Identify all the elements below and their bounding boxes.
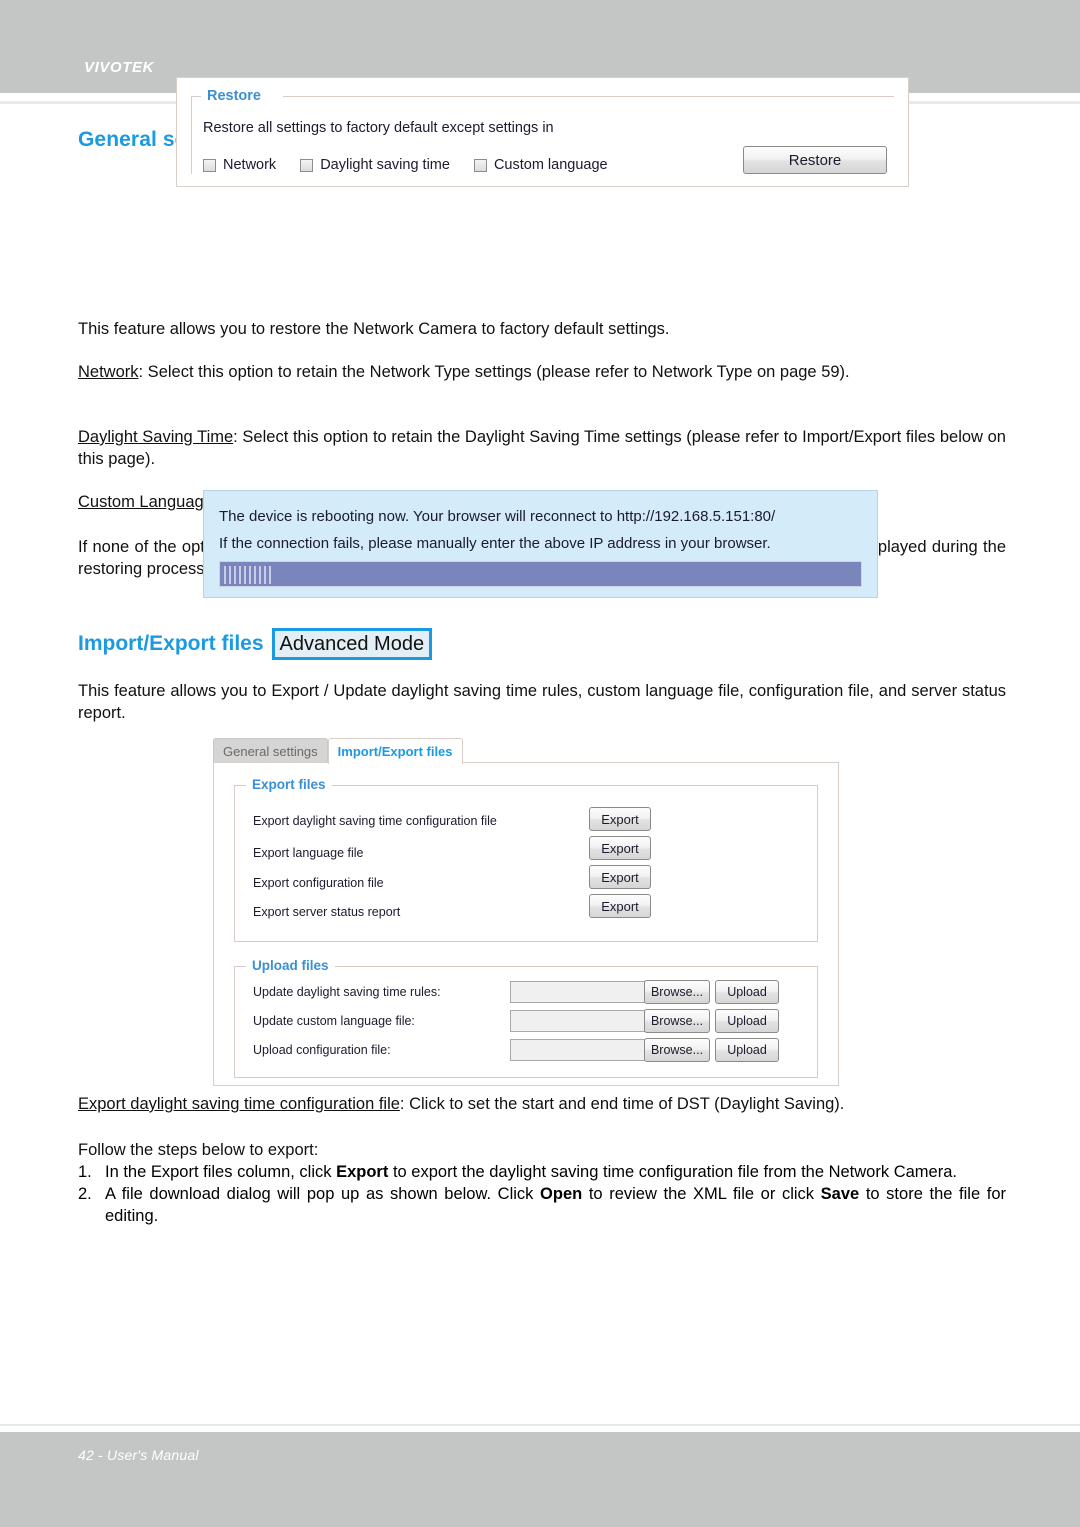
step-2-text-b: to review the XML file or click [582, 1185, 821, 1203]
follow-steps-label: Follow the steps below to export: [78, 1141, 319, 1159]
tab-general-settings[interactable]: General settings [213, 738, 328, 763]
checkbox-box-network[interactable] [203, 158, 216, 172]
paragraph-network: Network: Select this option to retain th… [78, 361, 1006, 383]
fieldset-top-right-border [283, 96, 894, 97]
step-1-number: 1. [78, 1163, 92, 1181]
export-button-language[interactable]: Export [589, 836, 651, 860]
advanced-mode-badge: Advanced Mode [271, 628, 433, 660]
tab-import-export-files[interactable]: Import/Export files [327, 738, 463, 764]
checkbox-label-daylight-saving-time: Daylight saving time [320, 157, 450, 173]
export-button-configuration[interactable]: Export [589, 865, 651, 889]
term-network: Network [78, 363, 139, 381]
export-files-group: Export files Export daylight saving time… [234, 777, 818, 942]
footer-divider [0, 1424, 1080, 1426]
step-2-number: 2. [78, 1185, 92, 1203]
step-1: 1. In the Export files column, click Expo… [78, 1161, 1006, 1183]
export-files-legend: Export files [246, 777, 332, 792]
checkbox-box-custom-language[interactable] [473, 158, 487, 172]
paragraph-network-text: : Select this option to retain the Netwo… [138, 363, 850, 381]
step-2-bold-save: Save [820, 1185, 860, 1203]
step-2-text-a: A file download dialog will pop up as sh… [105, 1185, 541, 1203]
import-export-panel: General settings Import/Export files Exp… [213, 737, 839, 1086]
restore-description: Restore all settings to factory default … [203, 120, 554, 136]
panel-tabs: General settings Import/Export files [213, 737, 463, 764]
footer-page-label: 42 - User's Manual [78, 1447, 199, 1463]
paragraph-import-export-intro-text: This feature allows you to Export / Upda… [78, 682, 1006, 722]
reboot-message-box: The device is rebooting now. Your browse… [203, 490, 878, 598]
step-2-bold-open: Open [540, 1185, 583, 1203]
export-row-label-language: Export language file [253, 846, 364, 860]
paragraph-import-export-intro: This feature allows you to Export / Upda… [78, 680, 1006, 724]
export-button-dst[interactable]: Export [589, 807, 651, 831]
export-button-server-status[interactable]: Export [589, 894, 651, 918]
upload-row-label-configuration: Upload configuration file: [253, 1043, 391, 1057]
browse-button-language[interactable]: Browse... [644, 1009, 710, 1033]
advanced-mode-badge-label: Advanced Mode [274, 631, 430, 657]
step-1-text-b: to export the daylight saving time confi… [388, 1163, 957, 1181]
restore-settings-panel: Restore Restore all settings to factory … [176, 77, 909, 187]
upload-files-group: Upload files Update daylight saving time… [234, 958, 818, 1078]
checkbox-daylight-saving-time[interactable]: Daylight saving time [300, 157, 450, 173]
vivotek-logo: VIVOTEK [84, 59, 155, 76]
checkbox-label-network: Network [223, 157, 277, 173]
step-1-bold-export: Export [336, 1163, 389, 1181]
restore-options-row: Network Daylight saving time Custom lang… [203, 157, 632, 173]
paragraph-export-dst: Export daylight saving time configuratio… [78, 1093, 1006, 1115]
term-export-dst-config: Export daylight saving time configuratio… [78, 1095, 400, 1113]
paragraph-export-dst-text: : Click to set the start and end time of… [399, 1095, 845, 1113]
step-2: 2. A file download dialog will pop up as … [78, 1183, 1006, 1227]
export-row-label-dst: Export daylight saving time configuratio… [253, 814, 497, 828]
checkbox-label-custom-language: Custom language [493, 157, 608, 173]
paragraph-intro: This feature allows you to restore the N… [78, 318, 1006, 340]
fieldset-left-border [191, 96, 192, 174]
term-custom-language: Custom Language [78, 493, 213, 511]
step-1-text-a: In the Export files column, click [105, 1163, 337, 1181]
upload-button-language[interactable]: Upload [715, 1009, 779, 1033]
reboot-message-line2: If the connection fails, please manually… [219, 535, 771, 552]
upload-button-dst[interactable]: Upload [715, 980, 779, 1004]
browse-button-configuration[interactable]: Browse... [644, 1038, 710, 1062]
export-row-label-configuration: Export configuration file [253, 876, 384, 890]
restore-fieldset-legend: Restore [207, 88, 261, 104]
reboot-progress-bar [219, 561, 862, 587]
upload-button-configuration[interactable]: Upload [715, 1038, 779, 1062]
steps-list: 1. In the Export files column, click Expo… [78, 1161, 1006, 1227]
import-export-heading: Import/Export files Advanced Mode [78, 628, 433, 660]
restore-button[interactable]: Restore [743, 146, 887, 174]
upload-row-label-language: Update custom language file: [253, 1014, 415, 1028]
reboot-message-line1: The device is rebooting now. Your browse… [219, 508, 776, 525]
import-export-title: Import/Export files [78, 632, 264, 655]
reboot-progress-stripes [224, 566, 272, 584]
upload-files-legend: Upload files [246, 958, 335, 973]
steps-block: Follow the steps below to export: 1. In t… [78, 1139, 1006, 1227]
export-row-label-server-status: Export server status report [253, 905, 401, 919]
paragraph-intro-text: This feature allows you to restore the N… [78, 320, 670, 338]
checkbox-network[interactable]: Network [203, 157, 276, 173]
browse-button-dst[interactable]: Browse... [644, 980, 710, 1004]
paragraph-daylight-saving: Daylight Saving Time: Select this option… [78, 426, 1006, 470]
upload-row-label-dst: Update daylight saving time rules: [253, 985, 441, 999]
panel-body: Export files Export daylight saving time… [213, 762, 839, 1086]
checkbox-box-daylight-saving-time[interactable] [300, 158, 314, 172]
term-daylight-saving-time: Daylight Saving Time [78, 428, 234, 446]
page-footer: 42 - User's Manual [0, 1432, 1080, 1527]
fieldset-top-left-border [191, 96, 201, 97]
checkbox-custom-language[interactable]: Custom language [473, 157, 608, 173]
